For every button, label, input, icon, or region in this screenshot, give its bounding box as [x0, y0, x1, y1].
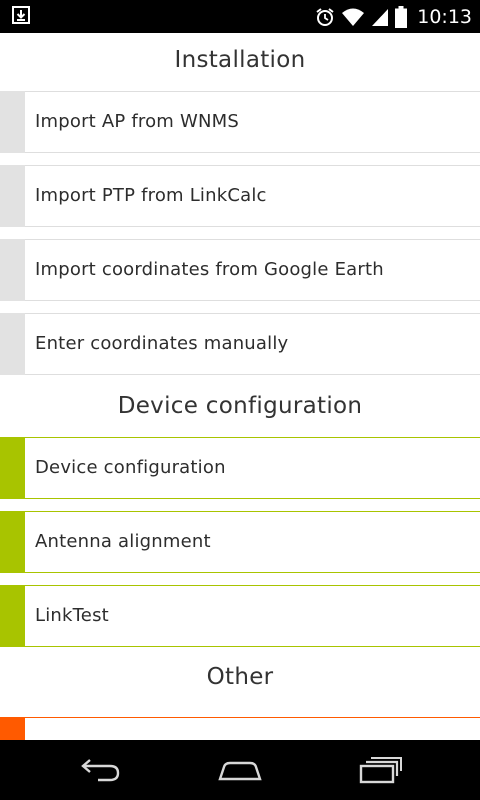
menu-item-import-google-earth[interactable]: Import coordinates from Google Earth: [0, 239, 480, 301]
row-accent: [0, 91, 25, 153]
menu-item-other-partial[interactable]: [0, 717, 480, 740]
wifi-icon: [341, 7, 365, 27]
menu-item-label: Antenna alignment: [35, 531, 211, 552]
row-accent: [0, 165, 25, 227]
menu-item-label: Import PTP from LinkCalc: [35, 185, 267, 206]
menu-item-label: Device configuration: [35, 457, 226, 478]
row-accent: [0, 511, 25, 573]
row-accent: [0, 313, 25, 375]
menu-item-label: Import coordinates from Google Earth: [35, 259, 384, 280]
section-title-other: Other: [206, 664, 274, 690]
back-icon[interactable]: [70, 752, 130, 788]
menu-item-device-configuration[interactable]: Device configuration: [0, 437, 480, 499]
row-accent: [0, 585, 25, 647]
menu-item-label: LinkTest: [35, 605, 109, 626]
navigation-bar: [0, 740, 480, 800]
menu-item-antenna-alignment[interactable]: Antenna alignment: [0, 511, 480, 573]
main-content: Installation Import AP from WNMS Import …: [0, 33, 480, 740]
home-icon[interactable]: [210, 752, 270, 788]
menu-item-linktest[interactable]: LinkTest: [0, 585, 480, 647]
download-icon: [11, 5, 31, 25]
signal-icon: [371, 7, 389, 27]
status-bar: 10:13: [0, 0, 480, 33]
section-title-device-configuration: Device configuration: [117, 393, 363, 419]
clock-time: 10:13: [417, 5, 472, 28]
menu-item-import-ap[interactable]: Import AP from WNMS: [0, 91, 480, 153]
alarm-icon: [315, 7, 335, 27]
menu-item-label: Import AP from WNMS: [35, 111, 239, 132]
row-accent: [0, 717, 25, 740]
row-accent: [0, 239, 25, 301]
menu-item-enter-coordinates[interactable]: Enter coordinates manually: [0, 313, 480, 375]
battery-icon: [395, 5, 408, 28]
recent-apps-icon[interactable]: [350, 752, 410, 788]
section-title-installation: Installation: [174, 47, 306, 73]
row-accent: [0, 437, 25, 499]
menu-item-import-ptp[interactable]: Import PTP from LinkCalc: [0, 165, 480, 227]
menu-item-label: Enter coordinates manually: [35, 333, 289, 354]
